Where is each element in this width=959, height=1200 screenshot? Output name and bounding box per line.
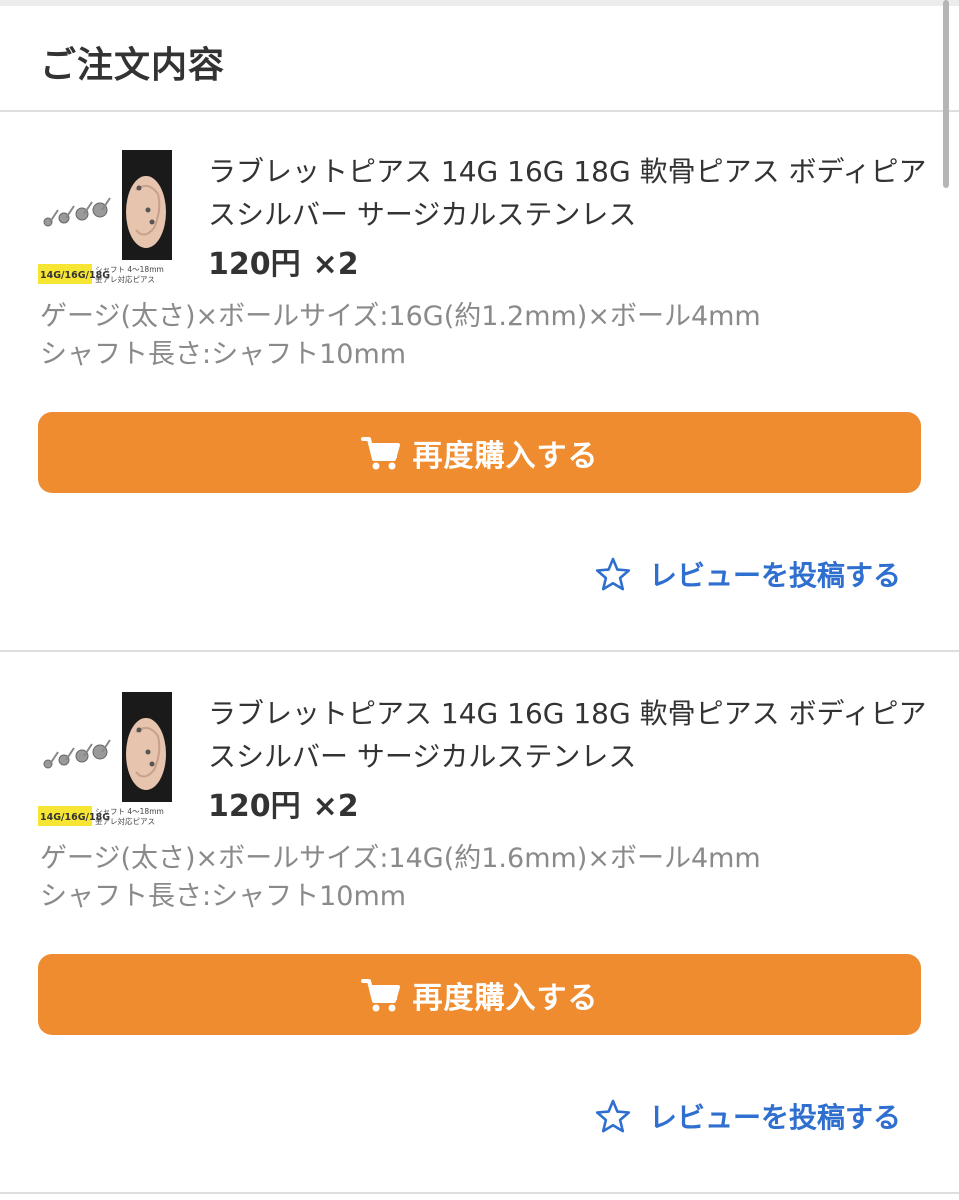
- page-title: ご注文内容: [40, 45, 226, 86]
- order-details-page: ご注文内容 14G/16G/18G シャフト 4～18mm 金アレ対応ピアス ラ…: [0, 0, 959, 1200]
- price: 120円: [208, 789, 301, 824]
- option-shaft: シャフト長さ:シャフト10mm: [40, 339, 407, 370]
- product-title-link[interactable]: ラブレットピアス 14G 16G 18G 軟骨ピアス ボディピアスシルバー サー…: [208, 692, 928, 778]
- cart-icon: [360, 436, 400, 469]
- product-thumbnail[interactable]: 14G/16G/18G シャフト 4～18mm 金アレ対応ピアス: [38, 150, 176, 288]
- item-divider: [0, 1192, 959, 1194]
- rebuy-label: 再度購入する: [412, 980, 599, 1016]
- product-options: ゲージ(太さ)×ボールサイズ:16G(約1.2mm)×ボール4mm シャフト長さ…: [40, 298, 920, 374]
- quantity: ×2: [312, 247, 359, 282]
- cart-icon: [360, 978, 400, 1011]
- thumb-caption-1: シャフト 4～18mm: [95, 807, 164, 816]
- write-review-link[interactable]: レビューを投稿する: [595, 1096, 901, 1136]
- price: 120円: [208, 247, 301, 282]
- review-label: レビューを投稿する: [648, 1101, 901, 1134]
- price-row: 120円 ×2: [208, 781, 359, 825]
- order-header: ご注文内容: [0, 6, 959, 112]
- price-row: 120円 ×2: [208, 239, 359, 283]
- item-divider: [0, 650, 959, 652]
- option-gauge: ゲージ(太さ)×ボールサイズ:16G(約1.2mm)×ボール4mm: [40, 301, 761, 332]
- product-title-link[interactable]: ラブレットピアス 14G 16G 18G 軟骨ピアス ボディピアスシルバー サー…: [208, 150, 928, 236]
- product-thumbnail[interactable]: 14G/16G/18G シャフト 4～18mm 金アレ対応ピアス: [38, 692, 176, 830]
- order-item: 14G/16G/18G シャフト 4～18mm 金アレ対応ピアス ラブレットピア…: [0, 654, 959, 1194]
- rebuy-button[interactable]: 再度購入する: [38, 412, 921, 493]
- quantity: ×2: [312, 789, 359, 824]
- write-review-link[interactable]: レビューを投稿する: [595, 554, 901, 594]
- thumb-caption-2: 金アレ対応ピアス: [95, 274, 155, 284]
- star-outline-icon: [595, 1099, 631, 1133]
- rebuy-label: 再度購入する: [412, 438, 599, 474]
- review-label: レビューを投稿する: [648, 559, 901, 592]
- option-gauge: ゲージ(太さ)×ボールサイズ:14G(約1.6mm)×ボール4mm: [40, 843, 761, 874]
- option-shaft: シャフト長さ:シャフト10mm: [40, 881, 407, 912]
- thumb-caption-2: 金アレ対応ピアス: [95, 816, 155, 826]
- star-outline-icon: [595, 557, 631, 591]
- order-item: 14G/16G/18G シャフト 4～18mm 金アレ対応ピアス ラブレットピア…: [0, 112, 959, 652]
- thumb-caption-1: シャフト 4～18mm: [95, 265, 164, 274]
- product-options: ゲージ(太さ)×ボールサイズ:14G(約1.6mm)×ボール4mm シャフト長さ…: [40, 840, 920, 916]
- rebuy-button[interactable]: 再度購入する: [38, 954, 921, 1035]
